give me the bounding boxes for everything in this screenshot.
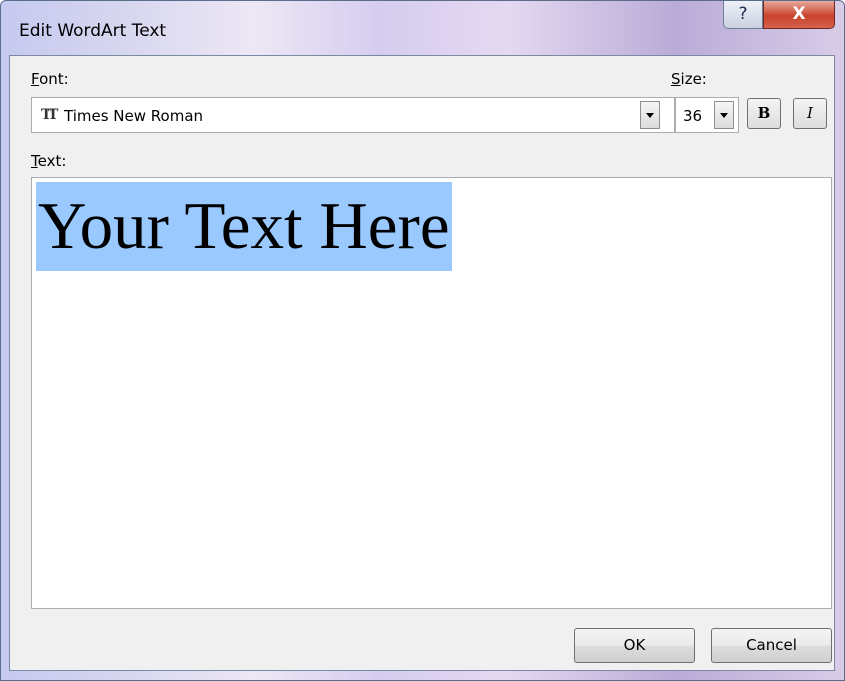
size-value: 36 — [683, 107, 703, 125]
font-label: Font: — [31, 70, 69, 88]
font-value: Times New Roman — [64, 107, 204, 125]
font-combobox[interactable]: TT Times New Roman — [31, 97, 675, 133]
cancel-button[interactable]: Cancel — [711, 628, 832, 663]
font-dropdown-button[interactable] — [640, 101, 660, 129]
title-bar[interactable]: Edit WordArt Text ? X — [1, 1, 844, 55]
text-label: Text: — [31, 152, 66, 170]
help-button[interactable]: ? — [723, 1, 763, 29]
ok-button[interactable]: OK — [574, 628, 695, 663]
bold-icon: B — [757, 104, 771, 122]
wordart-text-input[interactable]: Your Text Here — [31, 177, 832, 609]
text-label-text: ext: — [37, 152, 67, 170]
text-label-accesskey: T — [31, 152, 38, 170]
dialog-title: Edit WordArt Text — [19, 21, 167, 41]
help-icon: ? — [738, 4, 748, 24]
font-label-text: ont: — [39, 70, 69, 88]
size-label-text: ize: — [680, 70, 707, 88]
truetype-font-icon: TT — [41, 107, 58, 123]
close-icon: X — [792, 4, 806, 24]
italic-button[interactable]: I — [793, 98, 827, 129]
italic-icon: I — [807, 104, 813, 122]
chevron-down-icon — [646, 113, 654, 118]
close-button[interactable]: X — [763, 1, 835, 29]
dialog-body: Font: Size: TT Times New Roman 36 B I Te… — [9, 55, 835, 671]
edit-wordart-dialog: Edit WordArt Text ? X Font: Size: TT Tim… — [0, 0, 845, 681]
size-dropdown-button[interactable] — [714, 101, 734, 129]
chevron-down-icon — [720, 113, 728, 118]
selected-text: Your Text Here — [36, 182, 452, 271]
bold-button[interactable]: B — [747, 98, 781, 129]
font-label-accesskey: F — [31, 70, 40, 88]
size-combobox[interactable]: 36 — [675, 97, 739, 133]
size-label-accesskey: S — [671, 70, 681, 88]
size-label: Size: — [671, 70, 707, 88]
